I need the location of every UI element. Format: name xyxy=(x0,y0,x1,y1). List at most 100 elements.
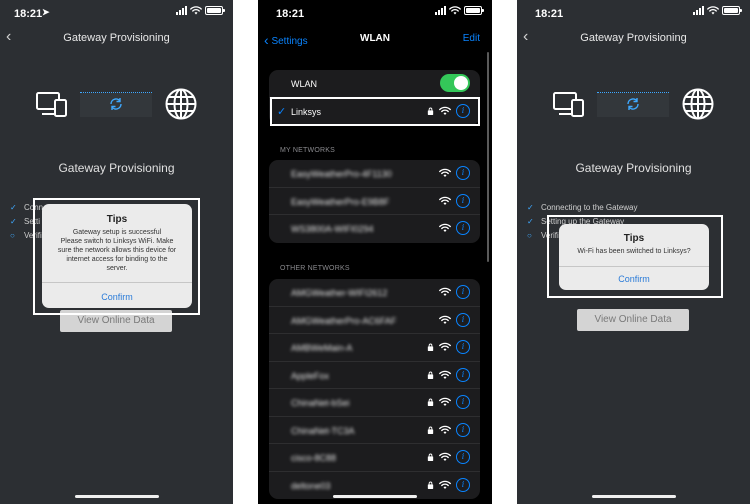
sync-icon xyxy=(110,98,122,110)
wifi-icon xyxy=(439,425,451,435)
wifi-icon xyxy=(439,223,451,233)
highlight-box xyxy=(270,97,480,126)
scrollbar[interactable] xyxy=(487,52,489,262)
info-icon[interactable]: i xyxy=(456,312,470,327)
info-icon[interactable]: i xyxy=(456,166,470,180)
wifi-icon xyxy=(449,6,461,15)
check-icon: ✓ xyxy=(10,202,17,212)
info-icon[interactable]: i xyxy=(456,340,470,354)
status-bar: 18:21 xyxy=(517,0,750,26)
connection-line xyxy=(597,92,669,93)
network-row[interactable]: AppleFox i xyxy=(269,362,480,389)
connection-line xyxy=(80,92,152,93)
network-row[interactable]: AMBWeMain-A i xyxy=(269,334,480,362)
wifi-icon xyxy=(439,342,451,352)
info-icon[interactable]: i xyxy=(456,285,470,299)
wifi-icon xyxy=(439,196,451,206)
step-label: Connecting to the Gateway xyxy=(541,202,638,212)
wifi-icon xyxy=(439,168,451,178)
network-name: cisco-8C88 xyxy=(291,453,337,463)
lock-icon xyxy=(427,453,434,461)
info-icon[interactable]: i xyxy=(456,477,470,492)
gateway-provisioning-screen-success: 18:21 ➤ ‹ Gateway Provisioning Gateway P… xyxy=(0,0,233,504)
info-icon[interactable]: i xyxy=(456,422,470,437)
nav-title: Gateway Provisioning xyxy=(63,32,170,44)
nav-title: Gateway Provisioning xyxy=(580,32,687,44)
gateway-provisioning-screen-confirm: 18:21 ‹ Gateway Provisioning Gateway Pro… xyxy=(517,0,750,504)
my-networks-header: MY NETWORKS xyxy=(280,147,335,154)
info-icon[interactable]: i xyxy=(456,221,470,235)
wifi-icon xyxy=(439,452,451,462)
my-networks-group: EasyWeatherPro-4F1130 i EasyWeatherPro-E… xyxy=(269,160,480,243)
check-icon: ✓ xyxy=(527,216,534,226)
signal-icon xyxy=(176,6,187,15)
wifi-icon xyxy=(439,315,451,325)
network-row[interactable]: cisco-8C88 i xyxy=(269,444,480,472)
other-networks-header: OTHER NETWORKS xyxy=(280,265,350,272)
network-name: AMGWeather-WIFI2612 xyxy=(291,288,388,298)
nav-bar: ‹ Gateway Provisioning xyxy=(517,28,750,50)
wlan-settings-screen: 18:21 ‹ Settings WLAN Edit WLAN ✓ Linksy… xyxy=(258,0,492,504)
nav-title: WLAN xyxy=(360,33,390,44)
network-row[interactable]: EasyWeatherPro-E9B8F i xyxy=(269,188,480,215)
status-bar: 18:21 ➤ xyxy=(0,0,233,26)
network-name: deltone03 xyxy=(291,480,331,491)
home-indicator xyxy=(74,495,159,498)
view-online-data-button[interactable]: View Online Data xyxy=(577,309,689,331)
wlan-toggle-row: WLAN xyxy=(269,70,480,98)
signal-icon xyxy=(693,6,704,15)
sync-icon xyxy=(627,98,639,110)
network-row[interactable]: WS3800A-WIFI0294 i xyxy=(269,215,480,243)
info-icon[interactable]: i xyxy=(456,450,470,464)
network-name: AMBWeMain-A xyxy=(291,343,353,353)
network-name: ChinaNet-bSei xyxy=(291,398,350,408)
wifi-icon xyxy=(190,6,202,15)
wifi-icon xyxy=(439,480,451,490)
edit-button[interactable]: Edit xyxy=(463,33,480,44)
nav-bar: ‹ Gateway Provisioning xyxy=(0,28,233,50)
network-row[interactable]: ChinaNet-TC3A i xyxy=(269,417,480,444)
nav-bar: ‹ Settings WLAN Edit xyxy=(258,30,492,50)
wlan-toggle[interactable] xyxy=(440,74,470,92)
signal-icon xyxy=(435,6,446,15)
globe-icon xyxy=(165,88,197,120)
status-time: 18:21 xyxy=(14,8,43,20)
lock-icon xyxy=(427,481,434,489)
info-icon[interactable]: i xyxy=(456,367,470,382)
battery-icon xyxy=(205,6,225,15)
network-name: AppleFox xyxy=(291,370,330,381)
wifi-icon xyxy=(439,397,451,407)
step-item: ✓ Connecting to the Gateway xyxy=(527,200,638,214)
location-arrow-icon: ➤ xyxy=(42,7,50,17)
network-row[interactable]: AMGWeather-WIFI2612 i xyxy=(269,279,480,307)
network-name: EasyWeatherPro-4F1130 xyxy=(291,169,392,179)
devices-icon xyxy=(553,92,584,117)
wifi-icon xyxy=(707,6,719,15)
network-name: EasyWeatherPro-E9B8F xyxy=(291,196,390,207)
network-row[interactable]: ChinaNet-bSei i xyxy=(269,389,480,417)
network-row[interactable]: EasyWeatherPro-4F1130 i xyxy=(269,160,480,188)
network-row[interactable]: AMGWeatherPro-AC6FAF i xyxy=(269,307,480,334)
wifi-icon xyxy=(439,287,451,297)
check-icon: ✓ xyxy=(10,216,17,226)
status-bar: 18:21 xyxy=(258,0,492,26)
devices-icon xyxy=(36,92,67,117)
lock-icon xyxy=(427,426,434,434)
lock-icon xyxy=(427,398,434,406)
network-name: WS3800A-WIFI0294 xyxy=(291,224,374,234)
lock-icon xyxy=(427,371,434,379)
network-name: ChinaNet-TC3A xyxy=(291,425,355,436)
home-indicator xyxy=(591,495,676,498)
highlight-box xyxy=(33,198,200,315)
info-icon[interactable]: i xyxy=(456,193,470,208)
status-time: 18:21 xyxy=(535,8,564,20)
other-networks-group: AMGWeather-WIFI2612 i AMGWeatherPro-AC6FAF… xyxy=(269,279,480,499)
info-icon[interactable]: i xyxy=(456,395,470,409)
home-indicator xyxy=(333,495,417,498)
check-icon: ✓ xyxy=(527,202,534,212)
pending-icon: ○ xyxy=(527,230,532,240)
highlight-box xyxy=(547,215,723,298)
lock-icon xyxy=(427,343,434,351)
pending-icon: ○ xyxy=(10,230,15,240)
network-name: AMGWeatherPro-AC6FAF xyxy=(291,315,397,326)
